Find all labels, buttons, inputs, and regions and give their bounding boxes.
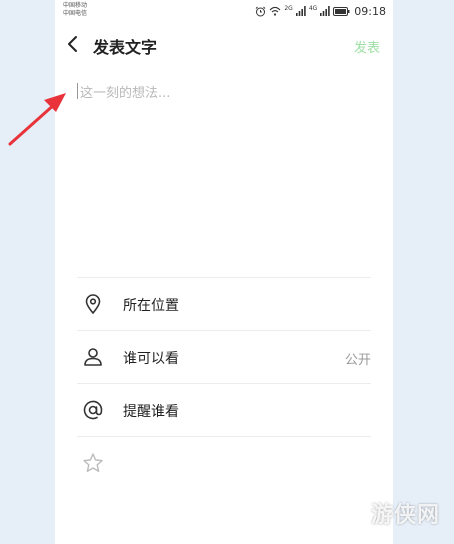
back-arrow-icon[interactable] — [65, 35, 81, 53]
option-remind[interactable]: 提醒谁看 — [77, 383, 371, 437]
option-visibility-label: 谁可以看 — [123, 351, 179, 367]
wifi-icon — [269, 6, 281, 16]
phone-screen: 中国移动 中国电信 2G 4G 09:18 发表文字 发表 这一刻的想法... … — [55, 0, 393, 544]
network-type-1: 2G — [284, 4, 293, 12]
battery-icon — [333, 6, 350, 16]
publish-button[interactable]: 发表 — [354, 37, 380, 56]
option-visibility[interactable]: 谁可以看 公开 — [77, 330, 371, 383]
post-text-input[interactable]: 这一刻的想法... — [73, 80, 369, 260]
watermark-logo: 游侠网 — [370, 502, 440, 528]
star-button[interactable] — [77, 450, 117, 480]
text-caret — [77, 83, 78, 99]
carrier-label-1: 中国移动 — [63, 2, 88, 9]
alarm-icon — [256, 6, 266, 16]
network-type-2: 4G — [308, 4, 318, 12]
nav-bar: 发表文字 发表 — [55, 26, 393, 62]
clock-time: 09:18 — [354, 4, 386, 18]
page-title: 发表文字 — [93, 38, 158, 57]
option-location-label: 所在位置 — [123, 298, 179, 314]
at-sign-icon — [83, 400, 103, 420]
signal-icon-2 — [320, 6, 330, 16]
option-location[interactable]: 所在位置 — [77, 277, 371, 330]
status-bar: 中国移动 中国电信 2G 4G 09:18 — [55, 0, 393, 22]
post-placeholder: 这一刻的想法... — [80, 86, 171, 101]
post-options-list: 所在位置 谁可以看 公开 提醒谁看 — [77, 277, 371, 437]
person-icon — [84, 348, 102, 366]
status-icons: 2G 4G 09:18 — [255, 4, 386, 18]
carrier-label-2: 中国电信 — [63, 10, 88, 17]
option-remind-label: 提醒谁看 — [123, 404, 179, 420]
location-pin-icon — [85, 294, 101, 315]
star-icon — [83, 453, 103, 472]
option-visibility-value: 公开 — [344, 353, 371, 368]
signal-icon-1 — [295, 6, 306, 16]
